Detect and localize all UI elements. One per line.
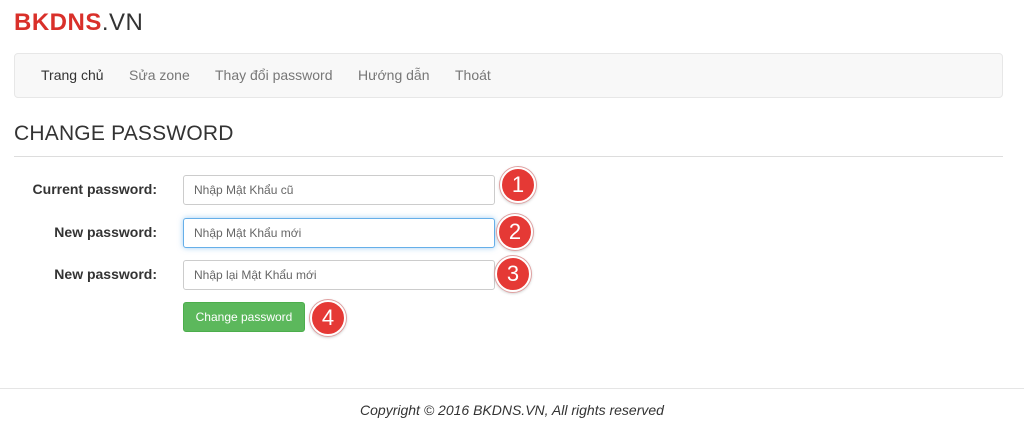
confirm-password-input[interactable] [183, 260, 495, 290]
current-password-label: Current password: [32, 181, 157, 197]
logo-brand: BKDNS [14, 9, 102, 36]
annotation-badge-2: 2 [497, 214, 533, 250]
nav-item-sua-zone[interactable]: Sửa zone [129, 54, 190, 97]
annotation-badge-4: 4 [310, 300, 346, 336]
title-divider [14, 156, 1003, 157]
change-password-button[interactable]: Change password [183, 302, 305, 332]
logo-tld: .VN [101, 9, 144, 36]
top-navbar: Trang chủ Sửa zone Thay đổi password Hướ… [14, 53, 1003, 98]
footer-divider [0, 388, 1024, 389]
annotation-badge-1: 1 [500, 167, 536, 203]
current-password-input[interactable] [183, 175, 495, 205]
new-password-input[interactable] [183, 218, 495, 248]
nav-item-huong-dan[interactable]: Hướng dẫn [358, 54, 429, 97]
page-title: CHANGE PASSWORD [14, 122, 234, 145]
nav-item-thoat[interactable]: Thoát [455, 54, 491, 97]
annotation-badge-3: 3 [495, 256, 531, 292]
footer-copyright: Copyright © 2016 BKDNS.VN, All rights re… [360, 402, 664, 418]
nav-item-trang-chu[interactable]: Trang chủ [41, 54, 104, 97]
nav-item-thay-doi-password[interactable]: Thay đổi password [215, 54, 333, 97]
confirm-password-label: New password: [54, 266, 157, 282]
site-logo[interactable]: BKDNS.VN [14, 8, 143, 38]
new-password-label: New password: [54, 224, 157, 240]
